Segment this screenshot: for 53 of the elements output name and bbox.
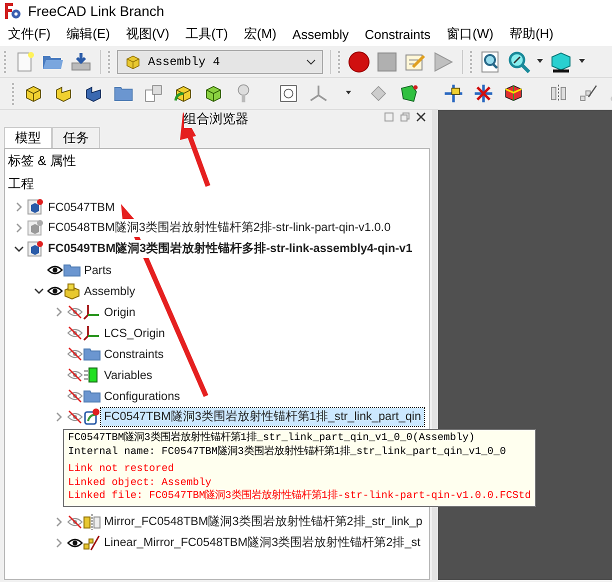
menu-item[interactable]: 文件(F)	[0, 25, 59, 43]
hidden-eye-icon[interactable]	[67, 408, 83, 424]
window-title: FreeCAD Link Branch	[28, 3, 164, 19]
column-header: 标签 & 属性	[7, 152, 77, 170]
menu-item[interactable]: 视图(V)	[118, 25, 178, 43]
hidden-eye-icon[interactable]	[67, 304, 83, 320]
axes-icon	[83, 302, 101, 320]
delete-arrows-icon[interactable]	[473, 83, 494, 104]
close-icon[interactable]	[416, 112, 426, 122]
menu-item[interactable]: Assembly	[284, 26, 357, 42]
magnifier-arrow-icon[interactable]	[507, 50, 531, 74]
menu-item[interactable]: 编辑(E)	[58, 25, 118, 43]
tree-item[interactable]: FC0547TBM隧洞3类围岩放射性锚杆第1排_str_link_part_qin	[101, 408, 424, 426]
link-blocks-icon[interactable]	[173, 83, 194, 104]
float-window-icon[interactable]	[384, 112, 394, 122]
tooltip-line: Internal name: FC0547TBM隧洞3类围岩放射性锚杆第1排_str_link_part_qin_v1_0_0	[68, 446, 508, 459]
tooltip-line: Linked file: FC0547TBM隧洞3类围岩放射性锚杆第1排-str-link-part-qin-v1.0.0.FCStd	[68, 490, 531, 504]
document-cube-icon	[27, 240, 45, 258]
document-cube-icon	[27, 198, 45, 216]
menu-item[interactable]: Constraints	[356, 26, 439, 42]
color-cube-icon[interactable]	[503, 83, 524, 104]
hidden-eye-icon[interactable]	[67, 388, 83, 404]
hidden-eye-icon[interactable]	[67, 514, 83, 530]
axes-icon[interactable]	[308, 83, 329, 104]
stacked-blocks-icon[interactable]	[203, 83, 224, 104]
menu-item[interactable]: 窗口(W)	[438, 25, 502, 43]
tooltip-line: Link not restored	[68, 463, 176, 476]
link-icon	[83, 408, 101, 426]
tooltip-line: FC0547TBM隧洞3类围岩放射性锚杆第1排_str_link_part_qin_v1_0_0(Assembly)	[68, 432, 476, 445]
tab[interactable]: 模型	[4, 127, 52, 148]
record-icon[interactable]	[347, 50, 371, 74]
cube-view-icon[interactable]	[549, 50, 573, 74]
section-label: 工程	[7, 175, 35, 193]
workbench-cube-icon	[124, 52, 142, 70]
menu-item[interactable]: 工具(T)	[177, 25, 236, 43]
restore-window-icon[interactable]	[400, 112, 410, 122]
document-cube-icon	[27, 218, 45, 236]
assembly-blocks-icon	[63, 282, 81, 300]
workbench-dropdown[interactable]: Assembly 4	[117, 50, 323, 74]
menu-item[interactable]: 帮助(H)	[501, 25, 562, 43]
block-icon[interactable]	[23, 83, 44, 104]
move-arrows-icon[interactable]	[443, 83, 464, 104]
tooltip-line: Linked object: Assembly	[68, 476, 212, 490]
menu-item[interactable]: 宏(M)	[236, 25, 284, 43]
mirror-blocks-icon	[83, 512, 101, 530]
hidden-eye-icon[interactable]	[67, 366, 83, 382]
linear-pattern-icon[interactable]	[578, 83, 599, 104]
documents-icon[interactable]	[143, 83, 164, 104]
tab[interactable]: 任务	[52, 127, 100, 148]
hidden-eye-icon[interactable]	[67, 324, 83, 340]
hidden-eye-icon[interactable]	[67, 346, 83, 362]
pattern-icon	[83, 534, 101, 552]
axes-icon	[83, 324, 101, 342]
